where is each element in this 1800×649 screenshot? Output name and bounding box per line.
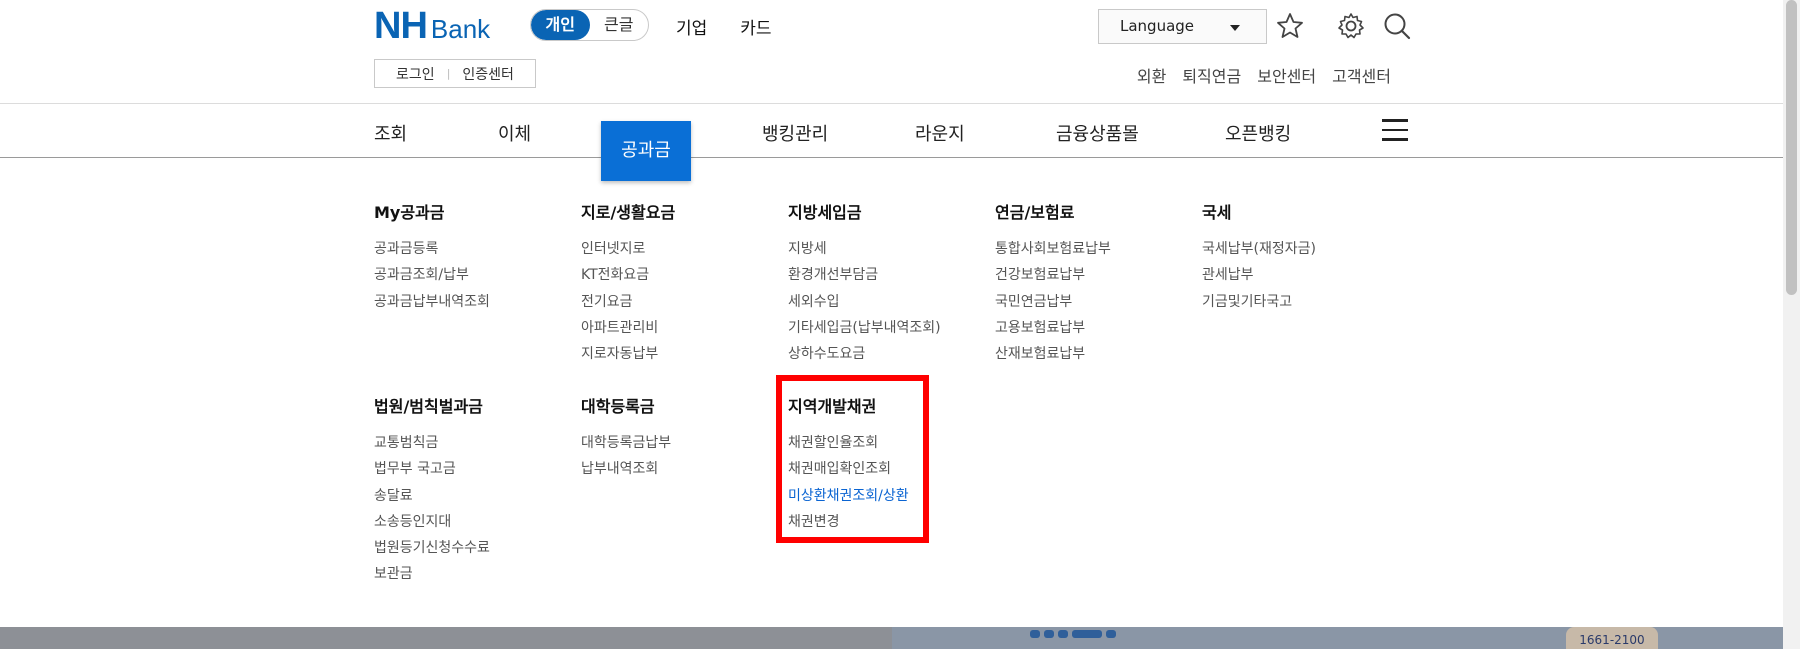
menu-item[interactable]: 국세납부(재정자금) xyxy=(1202,236,1316,262)
gnb-lounge[interactable]: 라운지 xyxy=(915,120,965,146)
menu-group-title[interactable]: My공과금 xyxy=(374,199,490,223)
util-link-pension[interactable]: 퇴직연금 xyxy=(1182,63,1241,87)
menu-group-title[interactable]: 국세 xyxy=(1202,199,1316,223)
menu-item[interactable]: 국민연금납부 xyxy=(995,289,1111,315)
top-menu-corporate[interactable]: 기업 xyxy=(676,14,707,39)
menu-item[interactable]: 채권할인율조회 xyxy=(788,430,909,456)
login-divider: | xyxy=(446,67,451,80)
login-box: 로그인 | 인증센터 xyxy=(374,59,536,88)
menu-group-title[interactable]: 지역개발채권 xyxy=(788,393,909,417)
menu-group-title[interactable]: 대학등록금 xyxy=(581,393,671,417)
large-text-view-button[interactable]: 큰글 xyxy=(590,10,649,40)
menu-group-title[interactable]: 연금/보험료 xyxy=(995,199,1111,223)
carousel-indicators[interactable] xyxy=(1030,630,1116,638)
menu-item[interactable]: 지로자동납부 xyxy=(581,341,675,367)
search-icon[interactable] xyxy=(1382,11,1412,41)
gnb-transfer[interactable]: 이체 xyxy=(498,120,531,146)
menu-group-national-tax: 국세 국세납부(재정자금) 관세납부 기금및기타국고 xyxy=(1202,199,1316,315)
menu-group-local-tax: 지방세입금 지방세 환경개선부담금 세외수입 기타세입금(납부내역조회) 상하수… xyxy=(788,199,941,367)
menu-group-giro: 지로/생활요금 인터넷지로 KT전화요금 전기요금 아파트관리비 지로자동납부 xyxy=(581,199,675,367)
menu-item[interactable]: 고용보험료납부 xyxy=(995,315,1111,341)
menu-group-regional-bonds: 지역개발채권 채권할인율조회 채권매입확인조회 미상환채권조회/상환 채권변경 xyxy=(788,393,909,535)
gnb-open-banking[interactable]: 오픈뱅킹 xyxy=(1225,120,1291,146)
menu-item[interactable]: 공과금납부내역조회 xyxy=(374,289,490,315)
menu-group-pension-insurance: 연금/보험료 통합사회보험료납부 건강보험료납부 국민연금납부 고용보험료납부 … xyxy=(995,199,1111,367)
login-link[interactable]: 로그인 xyxy=(396,64,435,84)
caret-down-icon xyxy=(1230,25,1240,31)
gnb-inquiry[interactable]: 조회 xyxy=(374,120,407,146)
menu-item[interactable]: 납부내역조회 xyxy=(581,456,671,482)
menu-item[interactable]: 법원등기신청수수료 xyxy=(374,535,490,561)
menu-item[interactable]: 기타세입금(납부내역조회) xyxy=(788,315,941,341)
star-icon[interactable] xyxy=(1275,11,1305,41)
menu-item[interactable]: 공과금등록 xyxy=(374,236,490,262)
menu-group-court-fines: 법원/범칙벌과금 교통범칙금 법무부 국고금 송달료 소송등인지대 법원등기신청… xyxy=(374,393,490,588)
menu-item[interactable]: 소송등인지대 xyxy=(374,509,490,535)
certificate-center-link[interactable]: 인증센터 xyxy=(462,64,514,84)
logo-sub: Bank xyxy=(430,14,491,44)
menu-item[interactable]: 기금및기타국고 xyxy=(1202,289,1316,315)
hamburger-menu-icon[interactable] xyxy=(1382,119,1408,141)
site-header: NH Bank 개인 큰글 기업 카드 Language 로그인 | 인증센터 … xyxy=(0,0,1783,104)
menu-item[interactable]: 건강보험료납부 xyxy=(995,262,1111,288)
gnb-banking-management[interactable]: 뱅킹관리 xyxy=(762,120,828,146)
menu-item[interactable]: 인터넷지로 xyxy=(581,236,675,262)
menu-item[interactable]: 전기요금 xyxy=(581,289,675,315)
nh-bank-logo[interactable]: NH Bank xyxy=(374,5,491,47)
menu-item[interactable]: 통합사회보험료납부 xyxy=(995,236,1111,262)
menu-item[interactable]: 환경개선부담금 xyxy=(788,262,941,288)
language-select-label: Language xyxy=(1120,17,1195,35)
global-nav: 조회 이체 뱅킹관리 라운지 금융상품몰 오픈뱅킹 xyxy=(0,104,1783,158)
menu-item-active[interactable]: 미상환채권조회/상환 xyxy=(788,483,909,509)
personal-view-button[interactable]: 개인 xyxy=(531,10,590,40)
menu-item[interactable]: 대학등록금납부 xyxy=(581,430,671,456)
menu-item[interactable]: 채권매입확인조회 xyxy=(788,456,909,482)
menu-item[interactable]: 법무부 국고금 xyxy=(374,456,490,482)
gear-icon[interactable] xyxy=(1336,11,1366,41)
mega-menu: My공과금 공과금등록 공과금조회/납부 공과금납부내역조회 지로/생활요금 인… xyxy=(0,159,1783,626)
top-menu: 기업 카드 xyxy=(676,14,772,39)
menu-item[interactable]: 채권변경 xyxy=(788,509,909,535)
menu-item[interactable]: 교통범칙금 xyxy=(374,430,490,456)
page-content-strip: 1661-2100 xyxy=(0,627,1783,649)
menu-group-my-bills: My공과금 공과금등록 공과금조회/납부 공과금납부내역조회 xyxy=(374,199,490,315)
util-link-security[interactable]: 보안센터 xyxy=(1257,63,1316,87)
menu-group-title[interactable]: 지로/생활요금 xyxy=(581,199,675,223)
util-link-customer[interactable]: 고객센터 xyxy=(1332,63,1391,87)
utility-links: 외환 퇴직연금 보안센터 고객센터 xyxy=(1137,63,1391,87)
menu-item[interactable]: 세외수입 xyxy=(788,289,941,315)
menu-group-title[interactable]: 법원/범칙벌과금 xyxy=(374,393,490,417)
gnb-utility-bills-active[interactable]: 공과금 xyxy=(601,121,691,181)
menu-item[interactable]: 송달료 xyxy=(374,483,490,509)
menu-item[interactable]: 공과금조회/납부 xyxy=(374,262,490,288)
util-link-forex[interactable]: 외환 xyxy=(1137,63,1166,87)
view-mode-toggle: 개인 큰글 xyxy=(530,9,649,41)
phone-badge: 1661-2100 xyxy=(1566,627,1658,649)
menu-group-title[interactable]: 지방세입금 xyxy=(788,199,941,223)
menu-item[interactable]: KT전화요금 xyxy=(581,262,675,288)
vertical-scrollbar[interactable] xyxy=(1783,0,1800,649)
scrollbar-thumb[interactable] xyxy=(1786,0,1797,295)
menu-item[interactable]: 보관금 xyxy=(374,561,490,587)
menu-item[interactable]: 산재보험료납부 xyxy=(995,341,1111,367)
menu-item[interactable]: 지방세 xyxy=(788,236,941,262)
logo-main: NH xyxy=(374,5,428,47)
gnb-products[interactable]: 금융상품몰 xyxy=(1056,120,1139,146)
language-select[interactable]: Language xyxy=(1098,9,1267,44)
menu-group-tuition: 대학등록금 대학등록금납부 납부내역조회 xyxy=(581,393,671,483)
top-menu-card[interactable]: 카드 xyxy=(740,14,771,39)
menu-item[interactable]: 관세납부 xyxy=(1202,262,1316,288)
menu-item[interactable]: 아파트관리비 xyxy=(581,315,675,341)
menu-item[interactable]: 상하수도요금 xyxy=(788,341,941,367)
